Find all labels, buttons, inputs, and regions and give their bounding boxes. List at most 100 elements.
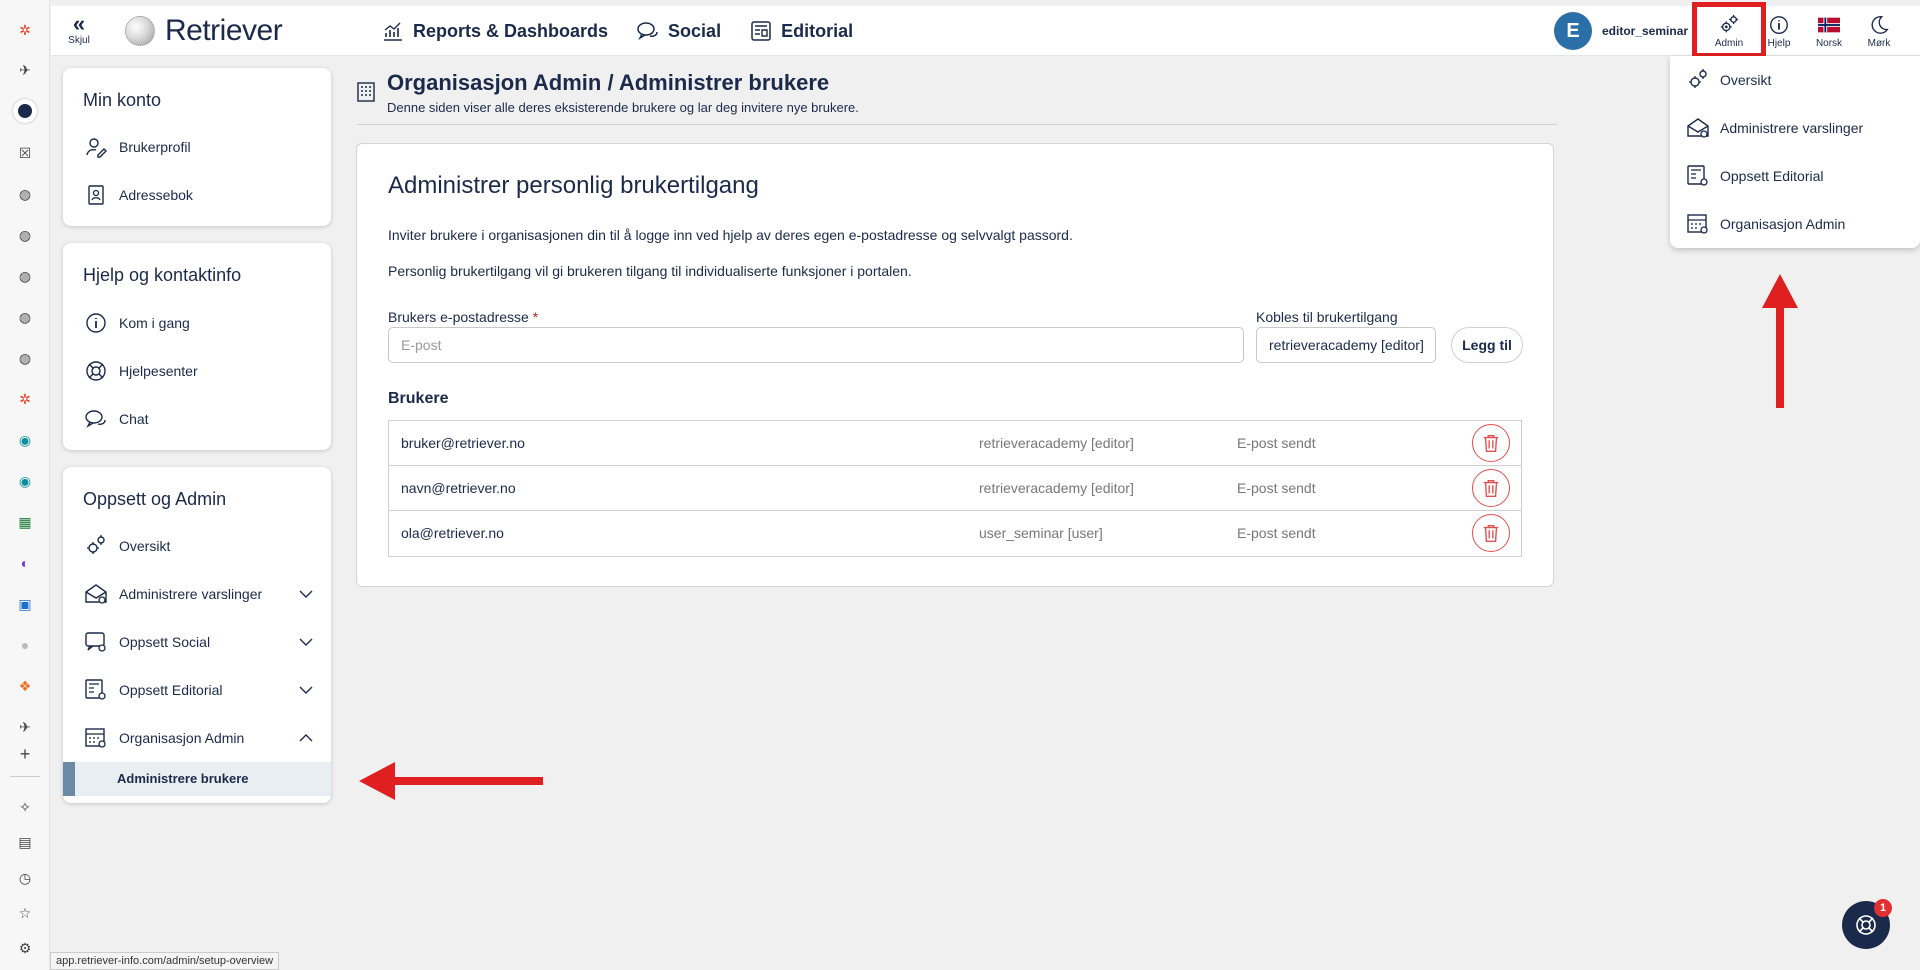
cluster-icon[interactable]: ❖ — [13, 674, 37, 698]
email-input[interactable] — [388, 327, 1244, 363]
excel-icon[interactable]: ▦ — [13, 510, 37, 534]
user-email: bruker@retriever.no — [401, 435, 525, 451]
account-card-title: Min konto — [83, 90, 162, 110]
menu-item-label: Hjelpesenter — [119, 363, 198, 379]
nav-label: Social — [668, 20, 722, 41]
circle-icon[interactable]: ● — [13, 633, 37, 657]
sharepoint-icon[interactable]: ◉ — [13, 469, 37, 493]
globe-icon[interactable]: ◍ — [13, 346, 37, 370]
nav-reports-dashboards[interactable]: Reports & Dashboards — [381, 19, 608, 43]
table-row: ola@retriever.no user_seminar [user] E-p… — [389, 511, 1521, 556]
globe-icon[interactable]: ◍ — [13, 264, 37, 288]
nav-editorial[interactable]: Editorial — [749, 19, 853, 43]
editorial-gear-icon — [85, 679, 106, 700]
menu-item-label: Oversikt — [119, 538, 171, 554]
social-gear-icon — [85, 632, 106, 652]
sparkle-icon[interactable]: ✧ — [13, 795, 37, 819]
nav-label: Editorial — [781, 20, 854, 41]
admin-highlight-box — [1692, 2, 1766, 58]
save-icon[interactable]: ▤ — [13, 830, 37, 854]
submenu-item-administrere-brukere[interactable]: Administrere brukere — [63, 762, 331, 796]
users-heading: Brukere — [388, 390, 449, 407]
user-status: E-post sendt — [1237, 525, 1316, 541]
user-access-panel: Administrer personlig brukertilgang Invi… — [356, 143, 1554, 587]
menu-item-brukerprofil[interactable]: Brukerprofil — [83, 134, 315, 160]
menu-item-label: Administrere varslinger — [119, 586, 263, 602]
star-icon[interactable]: ☆ — [13, 901, 37, 925]
hide-sidebar-button[interactable]: « Skjul — [65, 13, 93, 47]
settings-icon[interactable]: ⚙ — [13, 936, 37, 960]
org-gear-icon — [85, 728, 106, 748]
menu-item-oppsett-editorial[interactable]: Oppsett Editorial — [83, 677, 315, 703]
dark-mode-button[interactable]: Mørk — [1857, 14, 1901, 49]
bird-icon[interactable]: ✈ — [13, 715, 37, 739]
users-table: bruker@retriever.no retrieveracademy [ed… — [388, 420, 1522, 557]
avatar: E — [1554, 12, 1592, 50]
app-icon[interactable]: ▣ — [13, 592, 37, 616]
user-menu[interactable]: E editor_seminar — [1554, 12, 1688, 50]
menu-item-chat[interactable]: Chat — [83, 406, 315, 432]
hubspot-icon[interactable]: ✲ — [13, 18, 37, 42]
plus-icon[interactable]: + — [13, 742, 37, 766]
setup-card-title: Oppsett og Admin — [83, 489, 227, 509]
nav-social[interactable]: Social — [636, 19, 721, 43]
setup-card: Oppsett og Admin Oversikt Administrere v… — [63, 467, 331, 803]
chevron-down-icon[interactable] — [297, 681, 315, 699]
dropdown-item-label: Oppsett Editorial — [1720, 168, 1824, 184]
panel-description-2: Personlig brukertilgang vil gi brukeren … — [388, 263, 912, 279]
trash-icon — [1483, 434, 1499, 452]
globe-icon[interactable]: ◍ — [13, 305, 37, 329]
dropdown-item-administrere-varslinger[interactable]: Administrere varslinger — [1686, 116, 1906, 140]
chat-bubbles-icon — [85, 410, 106, 428]
dropdown-item-label: Administrere varslinger — [1720, 120, 1864, 136]
chevron-up-icon[interactable] — [297, 729, 315, 747]
gears-icon — [87, 535, 105, 554]
delete-user-button[interactable] — [1472, 424, 1510, 462]
org-gear-icon — [1687, 214, 1708, 234]
language-label: Norsk — [1815, 38, 1843, 49]
bird-icon[interactable]: ✈ — [13, 58, 37, 82]
norway-flag-icon — [1818, 17, 1840, 33]
access-select[interactable]: retrieveracademy [editor] — [1256, 327, 1436, 363]
x-box-icon[interactable]: ☒ — [13, 141, 37, 165]
required-marker: * — [532, 309, 539, 325]
help-card: Hjelp og kontaktinfo Kom i gang Hjelpese… — [63, 243, 331, 450]
language-button[interactable]: Norsk — [1807, 14, 1851, 49]
delete-user-button[interactable] — [1472, 469, 1510, 507]
globe-icon[interactable]: ◍ — [13, 182, 37, 206]
logo-text: Retriever — [165, 14, 283, 47]
hubspot-icon[interactable]: ✲ — [13, 387, 37, 411]
menu-item-hjelpesenter[interactable]: Hjelpesenter — [83, 358, 315, 384]
dropdown-item-oversikt[interactable]: Oversikt — [1686, 68, 1906, 92]
help-card-title: Hjelp og kontaktinfo — [83, 265, 242, 285]
clock-icon[interactable]: ◷ — [13, 866, 37, 890]
menu-item-administrere-varslinger[interactable]: Administrere varslinger — [83, 581, 315, 607]
page-subtitle: Denne siden viser alle deres eksisterend… — [387, 100, 859, 115]
retriever-logo[interactable]: Retriever — [125, 14, 283, 48]
menu-item-oppsett-social[interactable]: Oppsett Social — [83, 629, 315, 655]
menu-item-label: Oppsett Social — [119, 634, 211, 650]
admin-dropdown-menu: Oversikt Administrere varslinger Oppsett… — [1670, 56, 1920, 248]
chevron-down-icon[interactable] — [297, 633, 315, 651]
dropdown-item-label: Organisasjon Admin — [1720, 216, 1846, 232]
user-access: retrieveracademy [editor] — [979, 435, 1134, 451]
menu-item-label: Organisasjon Admin — [119, 730, 245, 746]
planet-icon[interactable]: ◐ — [13, 551, 37, 575]
delete-user-button[interactable] — [1472, 514, 1510, 552]
user-status: E-post sendt — [1237, 480, 1316, 496]
chat-icon — [637, 22, 658, 40]
menu-item-adressebok[interactable]: Adressebok — [83, 182, 315, 208]
dropdown-item-oppsett-editorial[interactable]: Oppsett Editorial — [1686, 164, 1906, 188]
menu-item-organisasjon-admin[interactable]: Organisasjon Admin — [83, 725, 315, 751]
main-nav: Reports & Dashboards Social Editorial — [381, 19, 853, 43]
nav-label: Reports & Dashboards — [413, 20, 609, 41]
globe-icon[interactable]: ◍ — [13, 223, 37, 247]
header-divider — [357, 124, 1557, 125]
sharepoint-icon[interactable]: ◉ — [13, 428, 37, 452]
circle-app-icon[interactable] — [13, 99, 37, 123]
menu-item-kom-i-gang[interactable]: Kom i gang — [83, 310, 315, 336]
menu-item-oversikt[interactable]: Oversikt — [83, 533, 315, 559]
add-user-button[interactable]: Legg til — [1451, 327, 1523, 363]
dropdown-item-organisasjon-admin[interactable]: Organisasjon Admin — [1686, 212, 1906, 236]
chevron-down-icon[interactable] — [297, 585, 315, 603]
